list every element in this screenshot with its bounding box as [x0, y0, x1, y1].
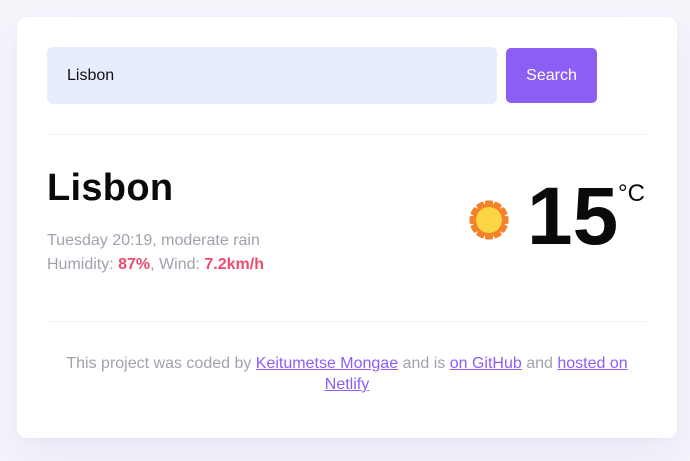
- footer-text-1: This project was coded by: [66, 355, 256, 372]
- city-search-input[interactable]: [47, 47, 497, 104]
- bottom-divider: [47, 321, 647, 322]
- temperature-unit: °C: [618, 180, 645, 207]
- search-button[interactable]: Search: [506, 48, 597, 103]
- weather-details: Tuesday 20:19, moderate rain Humidity: 8…: [47, 229, 264, 277]
- separator: ,: [150, 256, 160, 273]
- temperature-value: 15: [527, 171, 619, 262]
- footer-text-3: and: [521, 355, 558, 372]
- wind-value: 7.2km/h: [204, 256, 264, 273]
- weather-card: Search Lisbon Tuesday 20:19, moderate ra…: [17, 17, 677, 438]
- sun-icon: [469, 200, 509, 240]
- city-name: Lisbon: [47, 167, 174, 209]
- footer-text-2: and is: [398, 355, 450, 372]
- author-link[interactable]: Keitumetse Mongae: [256, 355, 398, 372]
- datetime-description: Tuesday 20:19, moderate rain: [47, 232, 260, 249]
- wind-label: Wind:: [159, 256, 205, 273]
- humidity-wind-line: Humidity: 87%, Wind: 7.2km/h: [47, 253, 264, 277]
- humidity-value: 87%: [118, 256, 151, 273]
- footer: This project was coded by Keitumetse Mon…: [47, 353, 647, 395]
- github-link[interactable]: on GitHub: [450, 355, 522, 372]
- search-form: Search: [47, 47, 647, 104]
- humidity-label: Humidity:: [47, 256, 119, 273]
- top-divider: [47, 134, 647, 135]
